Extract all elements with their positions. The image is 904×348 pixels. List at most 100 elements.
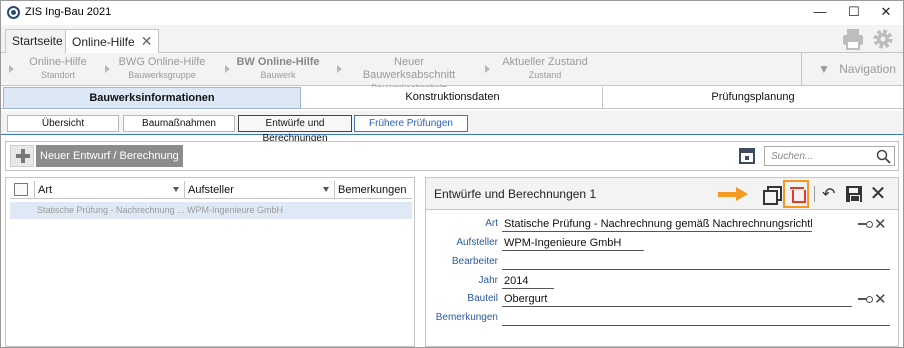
close-icon[interactable]: ✕ — [868, 183, 888, 203]
key-icon[interactable] — [858, 221, 873, 228]
field-label: Aufsteller — [456, 237, 498, 248]
field-label: Art — [485, 218, 498, 229]
minimize-button[interactable]: — — [803, 1, 837, 23]
subtab-uebersicht[interactable]: Übersicht — [7, 115, 119, 132]
navigation-label: Navigation — [839, 62, 896, 76]
settings-gear-icon[interactable] — [871, 27, 895, 51]
draft-list: Art Aufsteller Bemerkungen Statische Prü… — [5, 177, 415, 347]
search-icon[interactable] — [876, 149, 891, 164]
search-box — [764, 146, 895, 166]
detail-title: Entwürfe und Berechnungen 1 — [434, 187, 597, 201]
bauteil-field[interactable]: Obergurt — [502, 291, 852, 307]
column-label: Bemerkungen — [338, 184, 407, 196]
tab-label: Online-Hilfe — [72, 35, 135, 49]
title-bar: ZIS Ing-Bau 2021 — ☐ ✕ — [1, 1, 903, 25]
breadcrumb-arrow-icon — [337, 65, 342, 73]
section-pruefungsplanung[interactable]: Prüfungsplanung — [603, 87, 903, 109]
column-header-aufsteller[interactable]: Aufsteller — [184, 181, 334, 199]
plus-icon — [10, 145, 34, 167]
app-window: ZIS Ing-Bau 2021 — ☐ ✕ Startseite Online… — [0, 0, 904, 348]
column-config-icon[interactable] — [14, 183, 28, 196]
breadcrumb-title: Neuer Bauwerksabschnitt — [362, 56, 456, 81]
navigation-button[interactable]: ▼ Navigation — [801, 53, 903, 85]
delete-button[interactable] — [783, 180, 809, 208]
breadcrumb-arrow-icon — [9, 65, 14, 73]
clear-icon[interactable]: ✕ — [874, 291, 887, 307]
bearbeiter-field[interactable] — [502, 254, 890, 270]
search-input[interactable] — [765, 147, 865, 165]
filter-icon[interactable] — [323, 187, 329, 192]
detail-panel: Entwürfe und Berechnungen 1 ↶ ✕ Art Stat… — [425, 177, 899, 347]
toolbar-divider — [814, 186, 815, 202]
breadcrumb-arrow-icon — [225, 65, 230, 73]
list-header: Art Aufsteller Bemerkungen — [10, 181, 412, 199]
key-icon[interactable] — [858, 296, 873, 303]
breadcrumb-subtitle: Zustand — [528, 70, 562, 80]
breadcrumb-item-bauwerksgruppe[interactable]: BWG Online-Hilfe Bauwerksgruppe — [115, 56, 209, 82]
field-bearbeiter: Bearbeiter — [426, 254, 898, 272]
column-label: Aufsteller — [188, 184, 234, 196]
field-label: Bauteil — [467, 293, 498, 304]
breadcrumb-item-standort[interactable]: Online-Hilfe Standort — [19, 56, 97, 82]
field-bauteil: Bauteil Obergurt ✕ — [426, 291, 898, 309]
tab-label: Startseite — [12, 34, 63, 48]
subtab-baumassnahmen[interactable]: Baumaßnahmen — [123, 115, 235, 132]
section-konstruktionsdaten[interactable]: Konstruktionsdaten — [303, 87, 603, 109]
cell-aufsteller: WPM-Ingenieure GmbH — [187, 205, 284, 215]
column-header-bemerkungen[interactable]: Bemerkungen — [334, 181, 412, 199]
breadcrumb-title: BW Online-Hilfe — [236, 56, 320, 68]
close-window-button[interactable]: ✕ — [869, 1, 903, 23]
maximize-button[interactable]: ☐ — [837, 1, 871, 23]
column-label: Art — [38, 184, 53, 196]
breadcrumb-title: Aktueller Zustand — [502, 56, 588, 68]
chevron-down-icon: ▼ — [818, 62, 830, 76]
jahr-field[interactable]: 2014 — [502, 273, 554, 289]
tab-online-hilfe[interactable]: Online-Hilfe ✕ — [65, 29, 160, 54]
print-icon[interactable] — [841, 27, 865, 51]
breadcrumb-arrow-icon — [105, 65, 110, 73]
detail-header: Entwürfe und Berechnungen 1 ↶ ✕ — [426, 178, 898, 210]
breadcrumb: Online-Hilfe Standort BWG Online-Hilfe B… — [1, 53, 903, 93]
field-jahr: Jahr 2014 — [426, 273, 898, 291]
tab-close-icon[interactable]: ✕ — [141, 33, 153, 49]
calendar-icon[interactable] — [739, 148, 755, 164]
new-draft-label: Neuer Entwurf / Berechnung — [36, 145, 183, 167]
field-bemerkungen: Bemerkungen — [426, 310, 898, 328]
breadcrumb-arrow-icon — [485, 65, 490, 73]
section-bauwerksinformationen[interactable]: Bauwerksinformationen — [3, 87, 301, 109]
tab-startseite[interactable]: Startseite — [5, 29, 70, 53]
subtab-bar: Übersicht Baumaßnahmen Entwürfe und Bere… — [1, 111, 903, 144]
subtab-fruehere-pruefungen[interactable]: Frühere Prüfungen — [354, 115, 468, 132]
field-art: Art Statische Prüfung - Nachrechnung gem… — [426, 216, 898, 234]
filter-icon[interactable] — [173, 187, 179, 192]
art-field[interactable]: Statische Prüfung - Nachrechnung gemäß N… — [502, 216, 812, 232]
cell-bemerkungen — [334, 202, 412, 219]
table-row[interactable]: Statische Prüfung - Nachrechnung ... WPM… — [10, 202, 412, 219]
breadcrumb-item-zustand[interactable]: Aktueller Zustand Zustand — [495, 56, 595, 82]
window-title: ZIS Ing-Bau 2021 — [25, 6, 112, 18]
breadcrumb-title: Online-Hilfe — [29, 56, 87, 68]
aufsteller-field[interactable]: WPM-Ingenieure GmbH — [502, 235, 644, 251]
list-toolbar: Neuer Entwurf / Berechnung — [5, 141, 899, 171]
column-header-art[interactable]: Art — [34, 181, 184, 199]
document-tabs: Startseite Online-Hilfe ✕ — [1, 25, 903, 54]
breadcrumb-title: BWG Online-Hilfe — [118, 56, 206, 68]
breadcrumb-item-bauwerk[interactable]: BW Online-Hilfe Bauwerk — [235, 56, 321, 82]
undo-icon[interactable]: ↶ — [822, 186, 840, 202]
section-tabs: Bauwerksinformationen Konstruktionsdaten… — [1, 87, 903, 109]
field-label: Bearbeiter — [451, 256, 498, 267]
arrow-right-icon — [718, 187, 752, 201]
clear-icon[interactable]: ✕ — [874, 216, 887, 232]
breadcrumb-subtitle: Bauwerk — [260, 70, 296, 80]
copy-icon[interactable] — [763, 186, 782, 205]
bemerkungen-field[interactable] — [502, 310, 890, 326]
breadcrumb-subtitle: Bauwerksgruppe — [128, 70, 196, 80]
cell-art: Statische Prüfung - Nachrechnung ... — [37, 205, 184, 215]
new-draft-button[interactable]: Neuer Entwurf / Berechnung — [10, 145, 183, 167]
field-aufsteller: Aufsteller WPM-Ingenieure GmbH — [426, 235, 898, 253]
save-icon[interactable] — [846, 186, 862, 202]
field-label: Jahr — [478, 275, 498, 286]
subtab-entwuerfe-berechnungen[interactable]: Entwürfe und Berechnungen — [238, 115, 352, 144]
app-icon — [7, 6, 20, 19]
breadcrumb-subtitle: Standort — [40, 70, 76, 80]
